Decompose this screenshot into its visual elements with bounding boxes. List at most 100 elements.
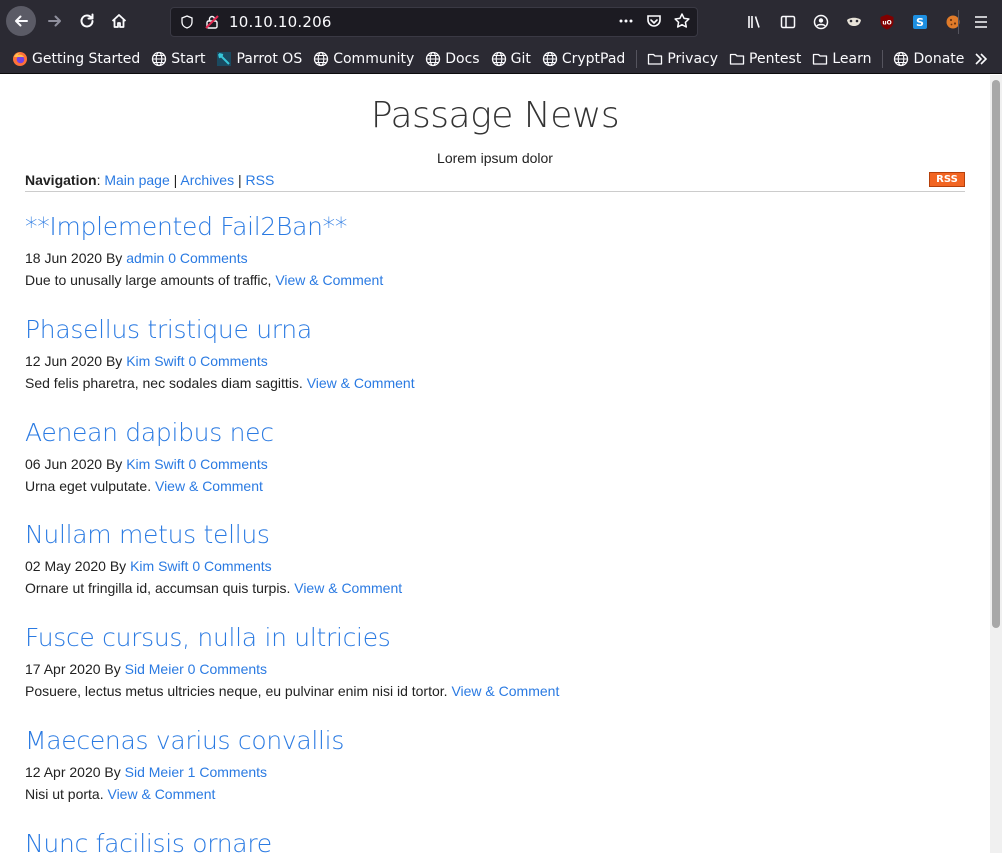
pocket-icon[interactable]: [645, 12, 663, 30]
post-item: Fusce cursus, nulla in ultricies 17 Apr 2…: [25, 623, 965, 700]
scrollbar-thumb[interactable]: [992, 80, 1000, 628]
bookmark-star-icon[interactable]: [673, 12, 691, 30]
post-author-link[interactable]: Sid Meier: [125, 764, 184, 780]
bookmarks-overflow-button[interactable]: [972, 50, 990, 72]
nav-link-main-page[interactable]: Main page: [104, 172, 169, 188]
bookmark-label: Donate: [913, 50, 965, 67]
bookmark-start[interactable]: Start: [151, 51, 205, 67]
account-button[interactable]: [804, 11, 837, 33]
globe-icon: [893, 51, 909, 67]
post-title-link[interactable]: Maecenas varius convallis: [25, 726, 965, 756]
extension-cookie-button[interactable]: [936, 11, 969, 33]
bookmark-privacy[interactable]: Privacy: [647, 51, 718, 67]
post-meta: 12 Jun 2020 By Kim Swift 0 Comments: [25, 352, 965, 370]
post-title-link[interactable]: Fusce cursus, nulla in ultricies: [25, 623, 965, 653]
post-author-link[interactable]: Kim Swift: [130, 558, 188, 574]
post-comments-link[interactable]: 1 Comments: [188, 764, 267, 780]
bookmark-getting-started[interactable]: Getting Started: [12, 51, 140, 67]
post-date: 18 Jun 2020: [25, 250, 103, 266]
post-title-link[interactable]: Nunc facilisis ornare: [25, 829, 965, 853]
bookmark-learn[interactable]: Learn: [812, 51, 871, 67]
post-by-label: By: [105, 250, 123, 266]
globe-icon: [425, 51, 441, 67]
reload-button[interactable]: [72, 6, 102, 36]
post-comments-link[interactable]: 0 Comments: [188, 353, 267, 369]
bookmark-label: Parrot OS: [236, 50, 303, 67]
post-meta: 06 Jun 2020 By Kim Swift 0 Comments: [25, 455, 965, 473]
bookmark-parrot-os[interactable]: Parrot OS: [216, 51, 302, 67]
shield-icon[interactable]: [180, 15, 194, 29]
firefox-icon: [12, 51, 28, 67]
insecure-lock-icon[interactable]: [204, 14, 220, 30]
post-by-label: By: [109, 558, 127, 574]
post-comments-link[interactable]: 0 Comments: [168, 250, 247, 266]
svg-text:uO: uO: [882, 20, 891, 27]
post-meta: 12 Apr 2020 By Sid Meier 1 Comments: [25, 763, 965, 781]
post-title-link[interactable]: Aenean dapibus nec: [25, 418, 965, 448]
bookmark-pentest[interactable]: Pentest: [729, 51, 801, 67]
extension-hacktools-button[interactable]: [837, 11, 870, 33]
post-author-link[interactable]: Kim Swift: [126, 353, 184, 369]
view-comment-link[interactable]: View & Comment: [155, 478, 263, 494]
app-menu-button[interactable]: [968, 10, 994, 34]
nav-link-rss[interactable]: RSS: [246, 172, 275, 188]
post-date: 12 Apr 2020: [25, 764, 101, 780]
post-excerpt: Nisi ut porta.: [25, 786, 104, 802]
extension-s-button[interactable]: S: [903, 11, 936, 33]
forward-button[interactable]: [40, 6, 70, 36]
bookmark-label: Community: [333, 50, 415, 67]
mask-icon: [846, 17, 861, 26]
url-text[interactable]: 10.10.10.206: [229, 13, 332, 31]
post-item: Phasellus tristique urna 12 Jun 2020 By K…: [25, 315, 965, 392]
post-meta: 17 Apr 2020 By Sid Meier 0 Comments: [25, 660, 965, 678]
post-title-link[interactable]: Nullam metus tellus: [25, 520, 965, 550]
bookmark-label: Learn: [832, 50, 872, 67]
post-date: 17 Apr 2020: [25, 661, 101, 677]
sidebar-button[interactable]: [771, 11, 804, 33]
bookmark-donate[interactable]: Donate: [893, 51, 964, 67]
bookmark-cryptpad[interactable]: CryptPad: [542, 51, 625, 67]
arrow-right-icon: [48, 15, 61, 27]
post-author-link[interactable]: admin: [126, 250, 164, 266]
post-comments-link[interactable]: 0 Comments: [188, 456, 267, 472]
bookmark-label: CryptPad: [561, 50, 626, 67]
bookmark-git[interactable]: Git: [491, 51, 531, 67]
view-comment-link[interactable]: View & Comment: [294, 580, 402, 596]
sidebar-icon: [780, 15, 795, 29]
library-icon: [747, 16, 760, 28]
globe-icon: [542, 51, 558, 67]
page-scrollbar[interactable]: [990, 75, 1002, 853]
view-comment-link[interactable]: View & Comment: [307, 375, 415, 391]
home-button[interactable]: [104, 6, 134, 36]
hamburger-menu-icon: [975, 16, 987, 28]
post-by-label: By: [105, 456, 123, 472]
more-actions-icon[interactable]: [617, 12, 635, 30]
view-comment-link[interactable]: View & Comment: [107, 786, 215, 802]
post-comments-link[interactable]: 0 Comments: [192, 558, 271, 574]
view-comment-link[interactable]: View & Comment: [451, 683, 559, 699]
post-title-link[interactable]: Phasellus tristique urna: [25, 315, 965, 345]
bookmark-community[interactable]: Community: [313, 51, 414, 67]
rss-feed-badge[interactable]: RSS: [929, 172, 965, 187]
bookmark-docs[interactable]: Docs: [425, 51, 480, 67]
post-title-link[interactable]: **Implemented Fail2Ban**: [25, 212, 965, 242]
post-item: **Implemented Fail2Ban** 18 Jun 2020 By a…: [25, 212, 965, 289]
toolbar-separator: [958, 10, 959, 34]
post-date: 02 May 2020: [25, 558, 106, 574]
extension-ublock-button[interactable]: uO: [870, 11, 903, 33]
back-button[interactable]: [6, 6, 36, 36]
view-comment-link[interactable]: View & Comment: [275, 272, 383, 288]
nav-link-archives[interactable]: Archives: [180, 172, 234, 188]
nav-label: Navigation: [25, 172, 97, 188]
url-bar[interactable]: 10.10.10.206: [170, 7, 698, 37]
post-author-link[interactable]: Sid Meier: [125, 661, 184, 677]
post-excerpt-line: Posuere, lectus metus ultricies neque, e…: [25, 682, 965, 700]
post-meta: 18 Jun 2020 By admin 0 Comments: [25, 249, 965, 267]
post-comments-link[interactable]: 0 Comments: [188, 661, 267, 677]
post-item: Nunc facilisis ornare: [25, 829, 965, 853]
parrot-icon: [216, 51, 232, 67]
post-author-link[interactable]: Kim Swift: [126, 456, 184, 472]
svg-text:S: S: [916, 16, 924, 29]
library-button[interactable]: [738, 11, 771, 33]
post-excerpt: Posuere, lectus metus ultricies neque, e…: [25, 683, 448, 699]
